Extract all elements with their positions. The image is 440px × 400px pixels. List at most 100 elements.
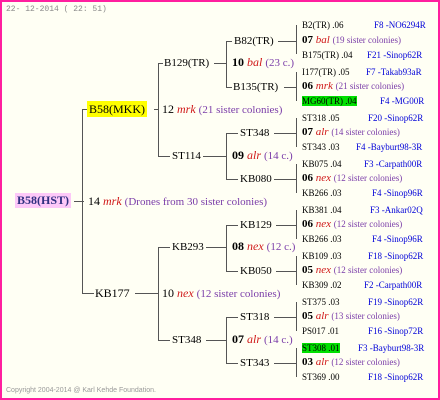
connector [226,133,227,179]
note: (14 c.) [264,334,293,346]
queen-kb129[interactable]: KB129 [240,219,272,232]
gen4-top[interactable]: B2(TR) .06 [302,19,344,32]
gen4-top-loc: F18 -Sinop62R [368,251,424,261]
queen-st348-g2[interactable]: ST348 [172,334,201,347]
queen-name: B2(TR) [302,20,330,30]
gen4-top[interactable]: KB109 .03 [302,250,342,263]
timestamp: 22- 12-2014 ( 22: 51) [6,5,107,14]
count: 10 [162,286,174,300]
connector [226,87,232,88]
count: 09 [232,148,244,162]
connector [296,164,297,193]
connector [274,179,296,180]
gen4-mid: 06 mrk (21 sister colonies) [302,80,404,93]
queen-b129[interactable]: B129(TR) [164,57,209,70]
gen4-mid: 03 alr (12 sister colonies) [302,356,400,369]
queen-name: B175(TR) [302,50,339,60]
gen4-top[interactable]: ST375 .03 [302,296,340,309]
gen4-bottom-loc: F4 -Sinop96R [372,188,423,198]
year: .02 [330,280,342,290]
connector [226,225,227,271]
root-queen[interactable]: B58(HST) [15,193,72,208]
year: .04 [345,96,357,106]
count: 06 [302,80,313,92]
connector [296,256,297,285]
queen-kb177[interactable]: KB177 [95,287,130,300]
connector [274,317,296,318]
gen4-bottom[interactable]: ST369 .00 [302,371,340,384]
queen-kb293[interactable]: KB293 [172,241,204,254]
count: 07 [232,332,244,346]
gen4-top-loc: F8 -NO6294R [374,20,426,30]
connector [135,293,158,294]
year: .03 [328,142,340,152]
abbr: mrk [177,102,196,116]
connector [158,63,159,156]
gen4-mid: 05 alr (13 sister colonies) [302,310,400,323]
abbr: alr [247,148,262,162]
gen4-bottom[interactable]: MG60(TR) .04 [302,95,357,108]
queen-st114[interactable]: ST114 [172,150,201,163]
gen4-bottom[interactable]: KB266 .03 [302,233,342,246]
count: 12 [162,102,174,116]
abbr: alr [247,332,262,346]
count: 03 [302,356,313,368]
gen4-top[interactable]: KB075 .04 [302,158,342,171]
drones-abbr: mrk [103,194,122,208]
queen-name: KB309 [302,280,329,290]
connector [214,63,226,64]
count: 05 [302,310,313,322]
connector [226,179,238,180]
note: (21 sister colonies) [198,104,283,116]
gen4-mid: 06 nex (12 sister colonies) [302,218,402,231]
gen4-top-loc: F20 -Sinop62R [368,113,424,123]
queen-st318[interactable]: ST318 [240,311,269,324]
pedigree-frame: { "header": {"stamp": "22- 12-2014 ( 22:… [0,0,440,400]
abbr: alr [315,310,329,322]
year: .05 [338,67,350,77]
count: 06 [302,218,313,230]
year: .04 [341,50,353,60]
gen4-top[interactable]: KB381 .04 [302,204,342,217]
gen4-bottom[interactable]: KB266 .03 [302,187,342,200]
year: .00 [328,372,340,382]
connector [226,133,238,134]
note: (12 sister colonies) [333,265,403,275]
gen4-bottom-loc: F16 -Sinop72R [368,326,424,336]
queen-st343[interactable]: ST343 [240,357,269,370]
gen4-bottom-loc: F4 -Bayburt98-3R [356,142,423,152]
abbr: nex [315,264,332,276]
queen-st348-g3[interactable]: ST348 [240,127,269,140]
connector [226,317,238,318]
count: 10 [232,55,244,69]
gen4-top[interactable]: ST318 .05 [302,112,340,125]
abbr: nex [247,239,264,253]
gen4-bottom-loc: F4 -MG00R [380,96,425,106]
gen4-bottom[interactable]: B175(TR) .04 [302,49,353,62]
queen-b135[interactable]: B135(TR) [233,81,278,94]
gen4-mid: 05 nex (12 sister colonies) [302,264,402,277]
connector [296,348,297,377]
gen4-bottom-loc: F4 -Sinop96R [372,234,423,244]
count: 07 [302,34,313,46]
queen-kb050[interactable]: KB050 [240,265,272,278]
queen-b58-mkk-info: 12 mrk (21 sister colonies) [162,103,282,117]
year: .01 [327,326,340,336]
year: .04 [330,205,342,215]
queen-kb080[interactable]: KB080 [240,173,272,186]
connector [226,317,227,363]
gen4-top[interactable]: ST308 .01 [302,342,340,355]
abbr: nex [177,286,194,300]
queen-b58-mkk[interactable]: B58(MKK) [87,101,147,117]
queen-st114-info: 09 alr (14 c.) [232,149,293,163]
gen4-bottom[interactable]: PS017 .01 [302,325,339,338]
gen4-top-loc: F3 -Ankar02Q [370,205,423,215]
count: 06 [302,172,313,184]
gen4-bottom[interactable]: ST343 .03 [302,141,340,154]
queen-name: ST375 [302,297,327,307]
gen4-bottom[interactable]: KB309 .02 [302,279,342,292]
queen-name: ST369 [302,372,327,382]
queen-b82[interactable]: B82(TR) [234,35,274,48]
gen4-top[interactable]: I177(TR) .05 [302,66,350,79]
year: .04 [330,159,342,169]
